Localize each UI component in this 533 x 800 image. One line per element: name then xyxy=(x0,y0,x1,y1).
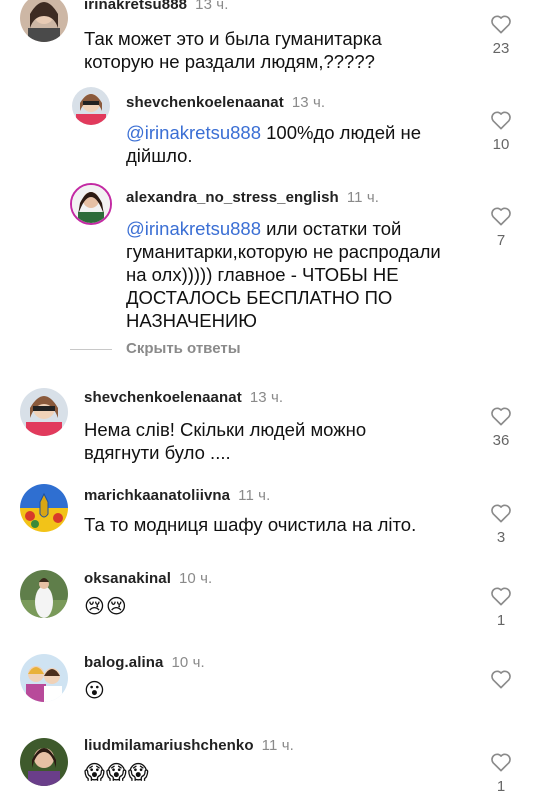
hide-replies-button[interactable]: Скрыть ответы xyxy=(126,340,241,357)
like-count: 36 xyxy=(492,432,510,449)
avatar[interactable] xyxy=(20,388,68,436)
like-count: 3 xyxy=(496,529,506,546)
comment-username[interactable]: shevchenkoelenaanat 13 ч. xyxy=(84,389,283,406)
avatar[interactable] xyxy=(20,484,68,532)
comment-text: Нема слів! Скільки людей можно вдягнути … xyxy=(84,419,367,463)
mention-link[interactable]: @irinakretsu888 xyxy=(126,122,261,143)
like-button[interactable]: 1 xyxy=(486,752,516,795)
like-button[interactable]: 23 xyxy=(486,14,516,57)
comment-text: @irinakretsu888 или остатки той гуманита… xyxy=(126,218,441,331)
comment-username[interactable]: irinakretsu888 13 ч. xyxy=(84,0,228,13)
like-count: 1 xyxy=(496,612,506,629)
comment-time: 13 ч. xyxy=(249,389,284,406)
comment-text: 😢😢 xyxy=(84,596,128,618)
comment-text: Так может это и была гуманитарка которую… xyxy=(84,28,382,72)
comment-time: 10 ч. xyxy=(178,570,213,587)
comment-username[interactable]: shevchenkoelenaanat 13 ч. xyxy=(126,94,325,111)
comment-username[interactable]: balog.alina 10 ч. xyxy=(84,654,205,671)
heart-outline-icon xyxy=(491,207,511,226)
comment-time: 11 ч. xyxy=(238,487,271,504)
comment-time: 11 ч. xyxy=(261,737,294,754)
avatar[interactable] xyxy=(20,654,68,702)
avatar[interactable] xyxy=(20,570,68,618)
comment-time: 13 ч. xyxy=(291,94,326,111)
heart-outline-icon xyxy=(491,504,511,523)
like-count: 23 xyxy=(492,40,510,57)
comment-time: 11 ч. xyxy=(346,189,380,206)
thread-divider xyxy=(70,349,112,350)
comment-text: Та то модниця шафу очистила на літо. xyxy=(84,514,417,535)
like-button[interactable]: 3 xyxy=(486,503,516,546)
like-count: 7 xyxy=(496,232,506,249)
like-button[interactable] xyxy=(486,669,516,695)
like-button[interactable]: 7 xyxy=(486,206,516,249)
avatar[interactable] xyxy=(20,0,68,42)
comment-text: 😮 xyxy=(84,680,106,702)
heart-outline-icon xyxy=(491,407,511,426)
like-count: 1 xyxy=(496,778,506,795)
like-button[interactable]: 10 xyxy=(486,110,516,153)
comment-text: @irinakretsu888 100%до людей не дійшло. xyxy=(126,122,421,166)
comment-time: 13 ч. xyxy=(195,0,229,13)
heart-outline-icon xyxy=(491,15,511,34)
like-count: 10 xyxy=(492,136,510,153)
avatar[interactable] xyxy=(20,738,68,786)
comment-username[interactable]: alexandra_no_stress_english 11 ч. xyxy=(126,189,379,206)
heart-outline-icon xyxy=(491,587,511,606)
avatar[interactable] xyxy=(72,87,110,125)
comment-username[interactable]: oksanakinal 10 ч. xyxy=(84,570,212,587)
heart-outline-icon xyxy=(491,670,511,689)
like-button[interactable]: 36 xyxy=(486,406,516,449)
heart-outline-icon xyxy=(491,111,511,130)
avatar[interactable] xyxy=(70,183,112,225)
heart-outline-icon xyxy=(491,753,511,772)
comment-time: 10 ч. xyxy=(171,654,205,671)
comment-username[interactable]: marichkaanatoliivna 11 ч. xyxy=(84,487,270,504)
comment-text: 😱😱😱 xyxy=(84,762,150,784)
mention-link[interactable]: @irinakretsu888 xyxy=(126,218,261,239)
comment-username[interactable]: liudmilamariushchenko 11 ч. xyxy=(84,737,294,754)
like-button[interactable]: 1 xyxy=(486,586,516,629)
